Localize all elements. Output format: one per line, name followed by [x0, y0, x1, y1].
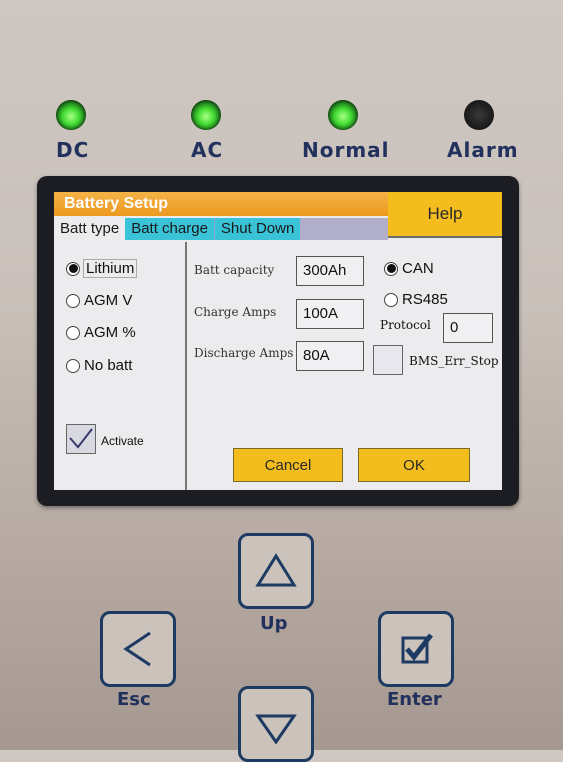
up-key-label: Up: [260, 613, 288, 634]
ac-led-label: AC: [191, 138, 224, 162]
triangle-up-icon: [255, 553, 297, 587]
radio-rs485[interactable]: RS485: [384, 291, 448, 308]
radio-no-batt[interactable]: No batt: [66, 357, 132, 374]
normal-led-label: Normal: [302, 138, 390, 162]
discharge-amps-field[interactable]: 80A: [296, 341, 364, 371]
batt-capacity-field[interactable]: 300Ah: [296, 256, 364, 286]
down-key[interactable]: [238, 686, 314, 762]
up-key[interactable]: [238, 533, 314, 609]
radio-rs485-label: RS485: [402, 291, 448, 308]
panel-divider: [185, 242, 187, 490]
help-button[interactable]: Help: [388, 192, 502, 238]
enter-key[interactable]: [378, 611, 454, 687]
activate-label: Activate: [101, 434, 144, 448]
checkmark-icon: [69, 428, 93, 449]
radio-empty-icon: [66, 325, 80, 340]
battery-setup-screen: Battery Setup Help Batt type Batt charge…: [54, 192, 502, 490]
esc-key[interactable]: [100, 611, 176, 687]
esc-key-label: Esc: [117, 689, 151, 710]
radio-empty-icon: [384, 292, 398, 307]
normal-led: [328, 100, 358, 130]
activate-checkbox[interactable]: [66, 424, 96, 454]
radio-empty-icon: [66, 293, 80, 308]
cancel-button[interactable]: Cancel: [233, 448, 343, 482]
tab-batt-type[interactable]: Batt type: [54, 218, 126, 240]
discharge-amps-label: Discharge Amps: [194, 346, 294, 360]
charge-amps-field[interactable]: 100A: [296, 299, 364, 329]
bms-err-stop-label: BMS_Err_Stop: [409, 354, 499, 368]
radio-agm-v-label: AGM V: [84, 292, 133, 309]
status-led-row: DC AC Normal Alarm: [0, 100, 563, 170]
radio-lithium[interactable]: Lithium: [66, 259, 138, 278]
radio-empty-icon: [66, 358, 80, 373]
radio-selected-icon: [66, 261, 80, 276]
radio-agm-percent-label: AGM %: [84, 324, 136, 341]
alarm-led-label: Alarm: [447, 138, 519, 162]
radio-agm-percent[interactable]: AGM %: [66, 324, 136, 341]
enter-key-label: Enter: [387, 689, 442, 710]
ok-button[interactable]: OK: [358, 448, 470, 482]
protocol-label: Protocol: [380, 318, 431, 332]
bms-err-stop-checkbox[interactable]: [373, 345, 403, 375]
batt-capacity-label: Batt capacity: [194, 263, 275, 277]
radio-no-batt-label: No batt: [84, 357, 133, 374]
radio-agm-v[interactable]: AGM V: [66, 292, 132, 309]
alarm-led: [464, 100, 494, 130]
radio-lithium-label: Lithium: [82, 259, 138, 278]
dialog-title: Battery Setup: [54, 192, 388, 216]
dc-led-label: DC: [56, 138, 90, 162]
tab-bar: Batt type Batt charge Shut Down: [54, 218, 388, 240]
radio-selected-icon: [384, 261, 398, 276]
radio-can[interactable]: CAN: [384, 260, 434, 277]
chevron-left-icon: [123, 631, 151, 667]
radio-can-label: CAN: [402, 260, 434, 277]
ac-led: [191, 100, 221, 130]
tab-shut-down[interactable]: Shut Down: [214, 218, 301, 240]
protocol-field[interactable]: 0: [443, 313, 493, 343]
checkbox-checked-icon: [401, 633, 433, 664]
charge-amps-label: Charge Amps: [194, 305, 277, 319]
tab-batt-charge[interactable]: Batt charge: [125, 218, 215, 240]
triangle-down-icon: [255, 714, 297, 744]
dc-led: [56, 100, 86, 130]
